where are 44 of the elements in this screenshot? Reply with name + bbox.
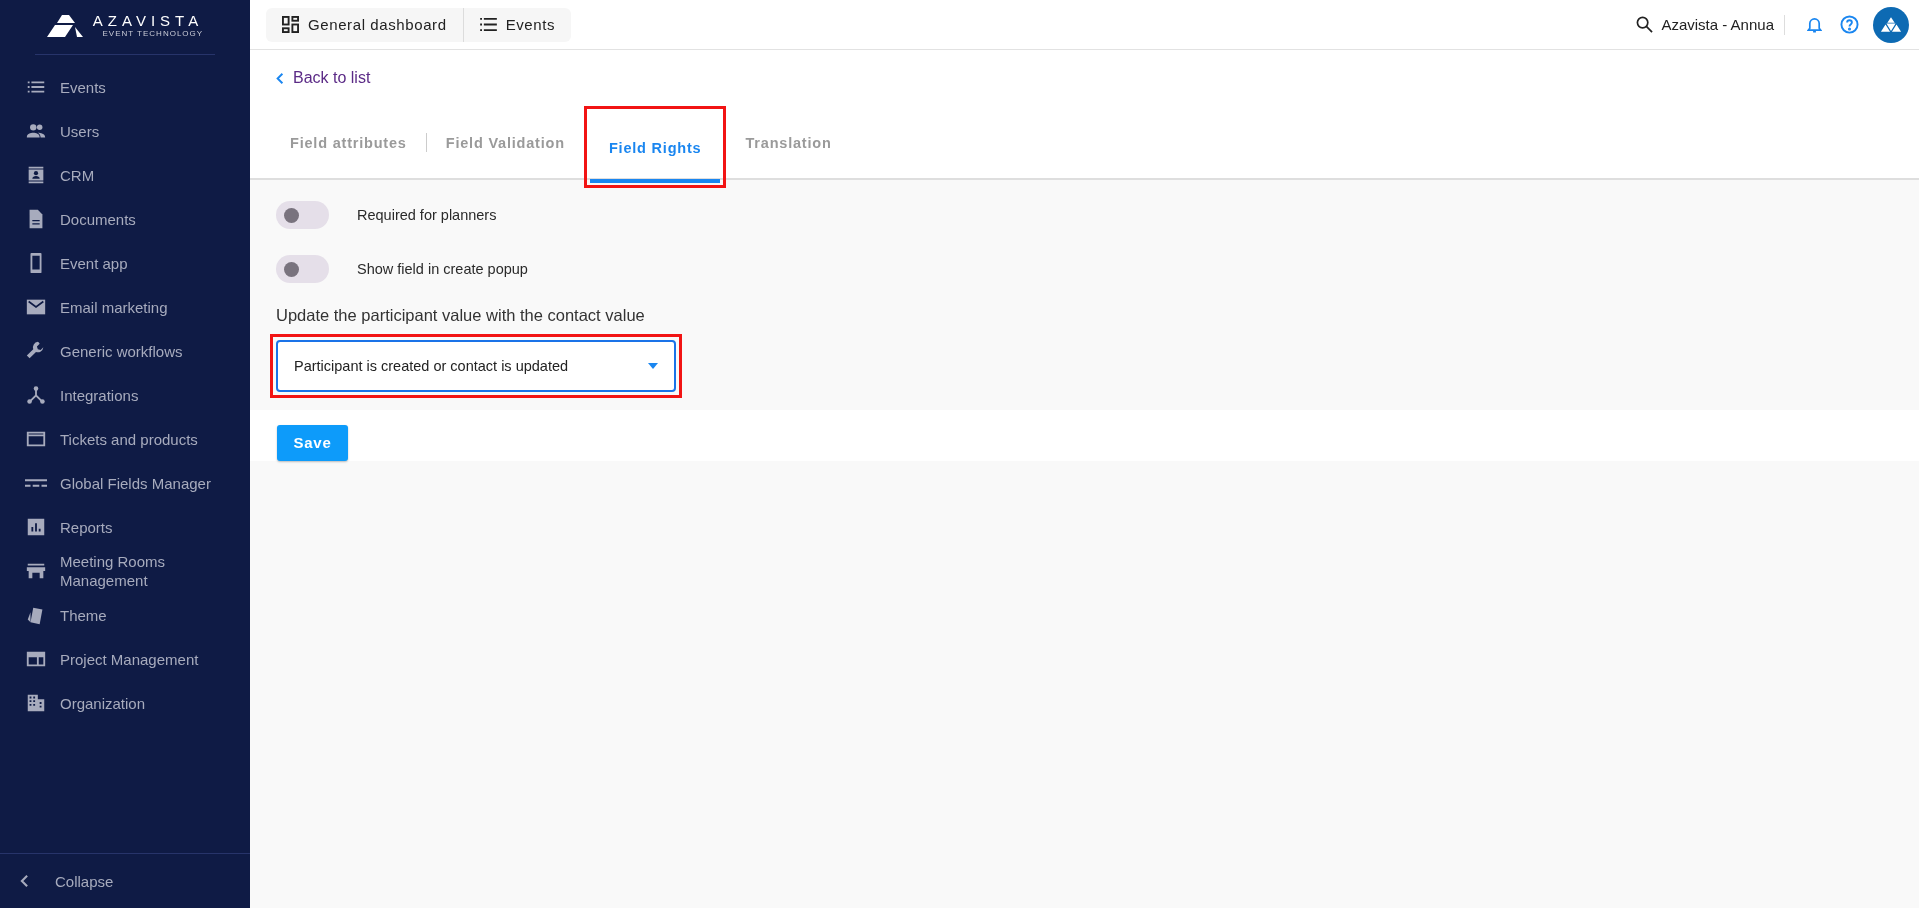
toggle-switch[interactable] bbox=[276, 200, 329, 229]
sidebar-item[interactable]: Email marketing bbox=[0, 285, 250, 329]
event-search[interactable]: Azavista - Annua bbox=[1636, 16, 1774, 33]
sidebar-item[interactable]: CRM bbox=[0, 153, 250, 197]
logo-icon bbox=[46, 15, 83, 37]
logo-name: AZAVISTA bbox=[92, 13, 204, 29]
sidebar-item[interactable]: Events bbox=[0, 65, 250, 109]
dashed-line-icon bbox=[25, 479, 47, 487]
caret-icon bbox=[648, 362, 658, 369]
dashboard-icon bbox=[282, 16, 299, 33]
logo-icon bbox=[1880, 17, 1902, 32]
collapse-button[interactable]: Collapse bbox=[0, 861, 114, 901]
sidebar-item[interactable]: Event app bbox=[0, 241, 250, 285]
chevron-left-icon bbox=[276, 71, 284, 85]
sidebar-item[interactable]: Theme bbox=[0, 593, 250, 637]
back-link[interactable]: Back to list bbox=[276, 69, 371, 87]
sidebar-item[interactable]: Generic workflows bbox=[0, 329, 250, 373]
toggle-switch[interactable] bbox=[276, 254, 329, 283]
logo-tagline: EVENT TECHNOLOGY bbox=[102, 29, 204, 39]
bar-chart-icon bbox=[25, 516, 47, 538]
sidebar-item[interactable]: Documents bbox=[0, 197, 250, 241]
update-trigger-dropdown[interactable]: Participant is created or contact is updated bbox=[276, 339, 676, 392]
field-label: Update the participant value with the contact value bbox=[276, 305, 645, 325]
fork-icon bbox=[25, 384, 47, 406]
sidebar-item[interactable]: Users bbox=[0, 109, 250, 153]
search-icon bbox=[1636, 16, 1654, 33]
user-avatar[interactable] bbox=[1873, 6, 1909, 43]
sidebar-item[interactable]: Project Management bbox=[0, 637, 250, 681]
sidebar-item[interactable]: Tickets and products bbox=[0, 417, 250, 461]
help-icon[interactable] bbox=[1840, 15, 1859, 34]
sidebar-item[interactable]: Integrations bbox=[0, 373, 250, 417]
sidebar-item[interactable]: Meeting Rooms Management bbox=[0, 549, 250, 593]
toggle-label: Required for planners bbox=[357, 206, 497, 223]
toggle-label: Show field in create popup bbox=[357, 260, 528, 277]
bell-icon[interactable] bbox=[1807, 16, 1822, 33]
building-icon bbox=[25, 692, 47, 714]
sidebar-item[interactable]: Reports bbox=[0, 505, 250, 549]
sidebar-item[interactable]: Global Fields Manager bbox=[0, 461, 250, 505]
sidebar-item[interactable]: Organization bbox=[0, 681, 250, 725]
nav-button[interactable]: General dashboard bbox=[266, 7, 463, 42]
list-icon bbox=[479, 18, 497, 31]
tab[interactable]: Field Rights bbox=[589, 116, 721, 183]
chevron-left-icon bbox=[20, 874, 29, 888]
nav-button[interactable]: Events bbox=[463, 7, 572, 42]
